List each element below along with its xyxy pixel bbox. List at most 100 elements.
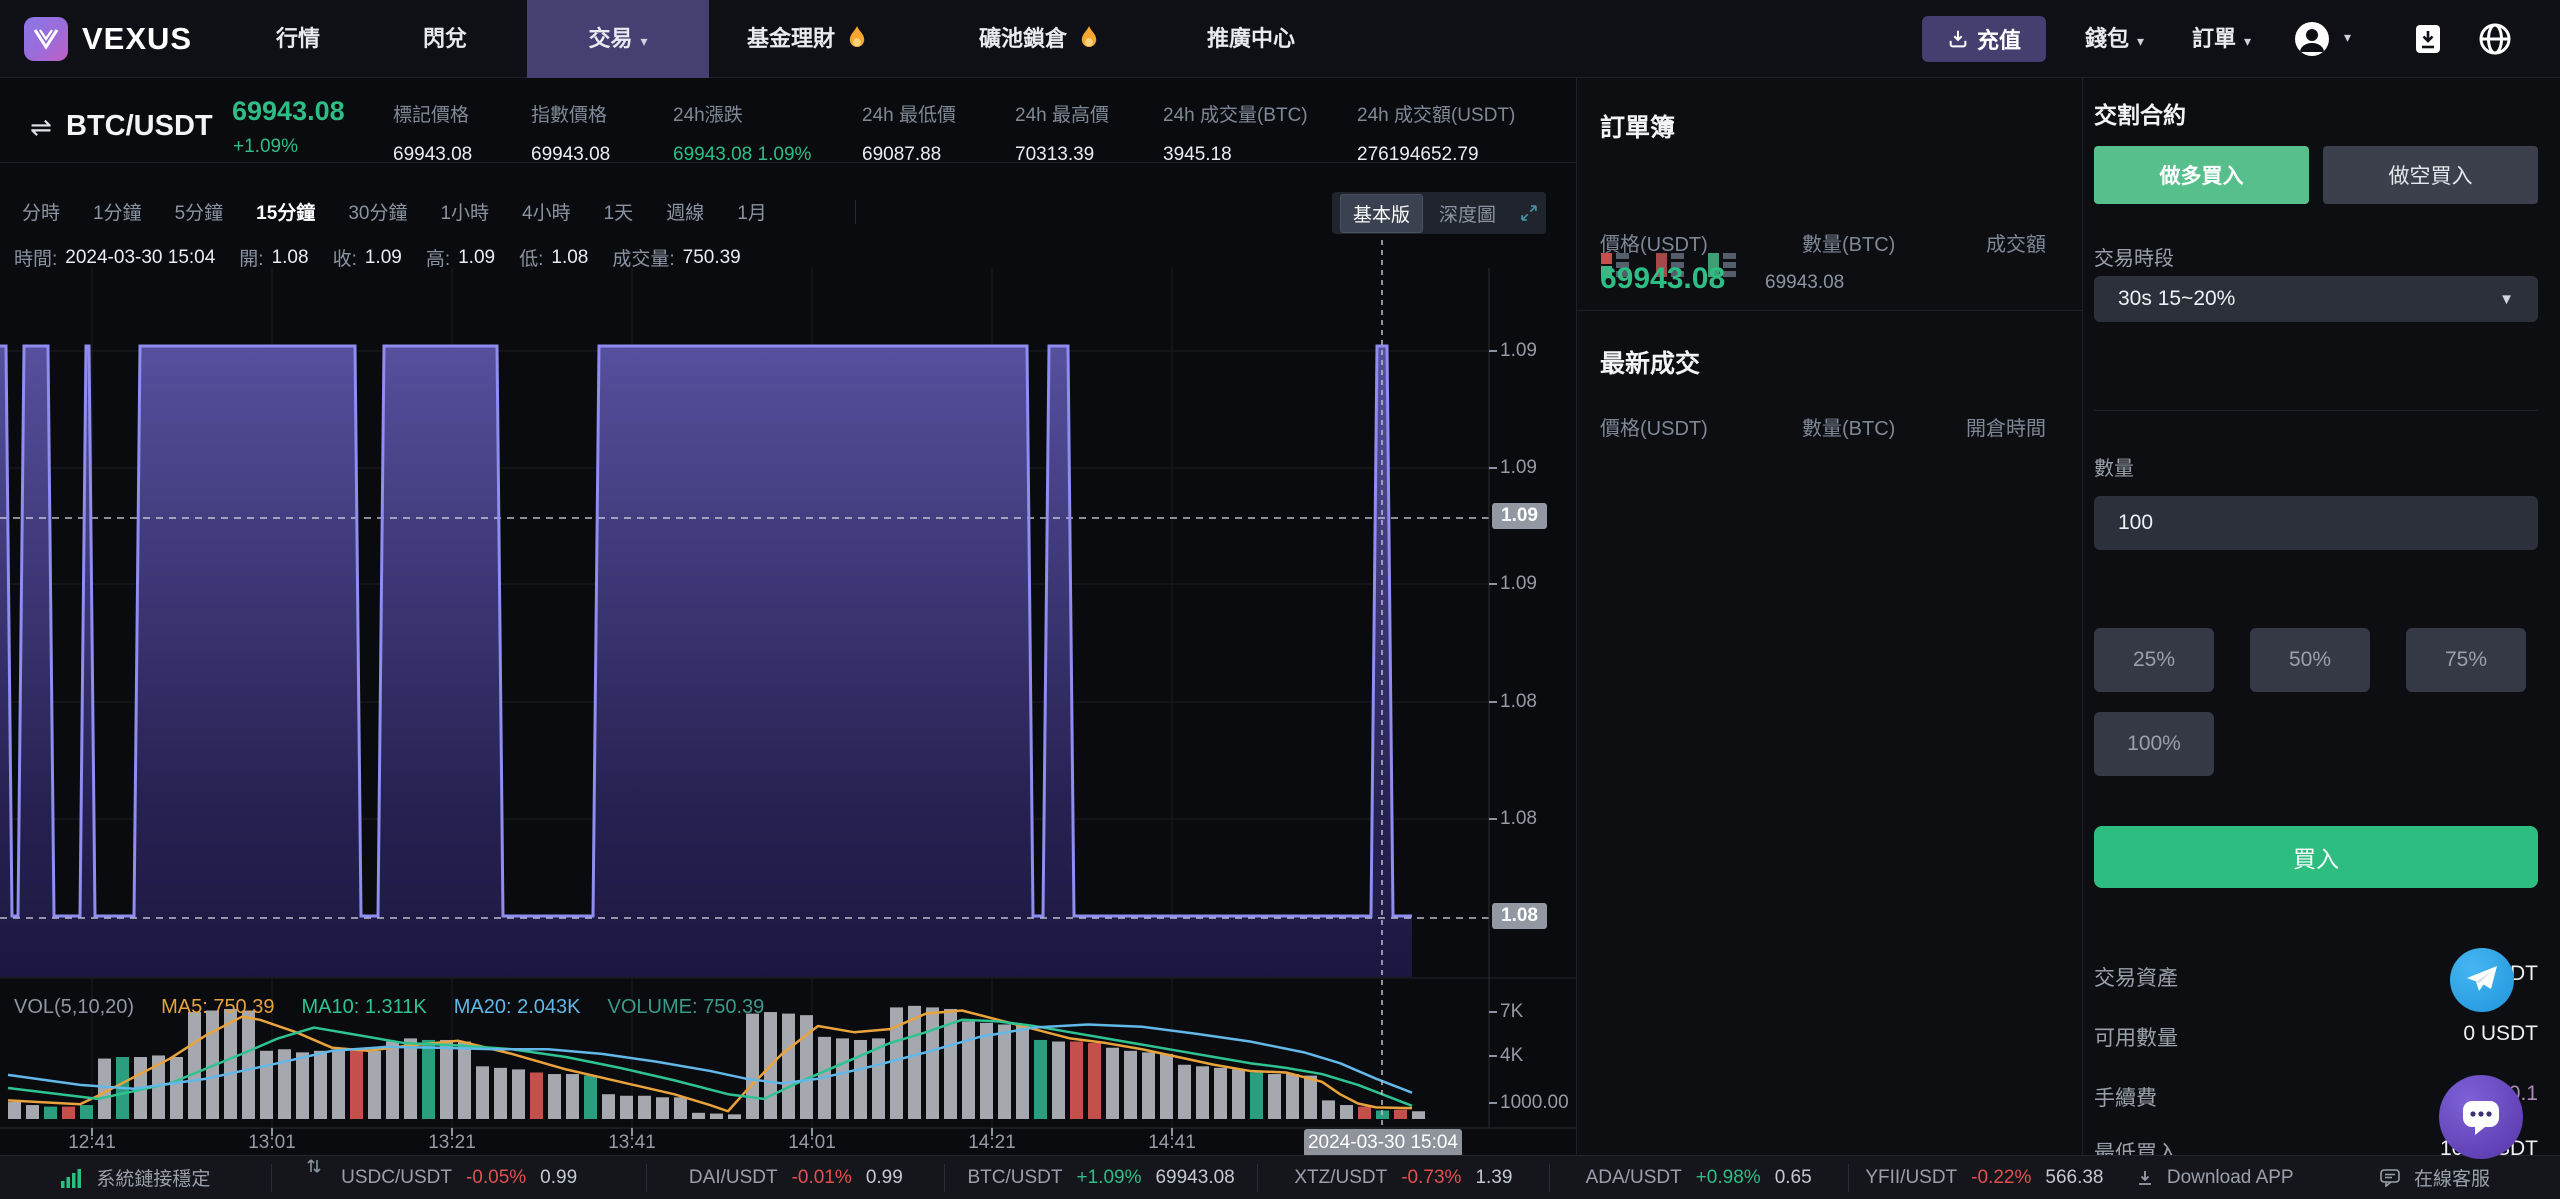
ticker-change: -0.05% — [465, 1166, 527, 1188]
stat-24h-change: 24h漲跌 69943.08 1.09% — [673, 100, 811, 166]
period-label: 交易時段 — [2094, 248, 2174, 270]
download-app-link[interactable]: Download APP — [2120, 1164, 2310, 1192]
ticker-change: +0.98% — [1695, 1166, 1761, 1188]
recharge-button[interactable]: 充值 — [1922, 16, 2046, 62]
timeframe-1m[interactable]: 1分鐘 — [93, 198, 142, 225]
period-select[interactable]: 30s 15~20% ▼ — [2094, 276, 2538, 322]
chevron-down-icon: ▾ — [2344, 29, 2352, 45]
account-menu[interactable]: ▾ — [2294, 21, 2351, 62]
row-available-label: 可用數量 — [2094, 1027, 2178, 1050]
price-tag-high: 1.09 — [1492, 503, 1547, 529]
nav-item-promotion[interactable]: 推廣中心 — [1207, 0, 1295, 78]
stat-24h-turnover: 24h 成交額(USDT) 276194652.79 — [1357, 100, 1515, 166]
timeframe-5m[interactable]: 5分鐘 — [175, 198, 224, 225]
pair-name[interactable]: BTC/USDT — [66, 110, 213, 143]
ticker-pair: YFII/USDT — [1865, 1166, 1958, 1188]
percent-75-button[interactable]: 75% — [2406, 628, 2526, 692]
price-change: +1.09% — [233, 136, 298, 157]
ticker-price: 0.65 — [1774, 1166, 1812, 1188]
nav-item-wallet[interactable]: 錢包 ▾ — [2085, 0, 2144, 78]
vexus-logo-icon[interactable] — [24, 17, 68, 61]
ob-header-amount: 數量(BTC) — [1802, 234, 1896, 256]
flame-icon — [1081, 26, 1097, 47]
row-trade-asset-label: 交易資產 — [2094, 967, 2178, 990]
wallet-label: 錢包 — [2085, 26, 2130, 51]
time-axis-label: 13:21 — [428, 1132, 476, 1153]
ob-header-price: 價格(USDT) — [1600, 234, 1708, 256]
amount-input[interactable]: 100 — [2094, 496, 2538, 550]
chevron-down-icon: ▼ — [2499, 290, 2514, 308]
online-support-label: 在線客服 — [2414, 1169, 2491, 1190]
timeframe-15m[interactable]: 15分鐘 — [256, 198, 315, 225]
timeframe-1d[interactable]: 1天 — [604, 198, 634, 225]
ticker-ada[interactable]: ADA/USDT +0.98% 0.65 — [1548, 1163, 1848, 1192]
short-buy-button[interactable]: 做空買入 — [2323, 146, 2538, 204]
time-axis-label: 14:21 — [968, 1132, 1016, 1153]
nav-item-trade-label: 交易 — [588, 26, 633, 51]
volume-axis-label: 1000.00 — [1500, 1092, 1569, 1113]
ticker-pair: DAI/USDT — [688, 1166, 778, 1188]
download-icon — [2138, 1170, 2151, 1185]
orders-label: 訂單 — [2192, 26, 2237, 51]
recharge-label: 充值 — [1976, 28, 2021, 53]
telegram-button[interactable] — [2450, 948, 2514, 1012]
percent-50-button[interactable]: 50% — [2250, 628, 2370, 692]
chevron-down-icon: ▾ — [640, 33, 648, 49]
nav-item-mining[interactable]: 礦池鎖倉 — [979, 0, 1099, 78]
sort-arrows-icon[interactable] — [306, 1156, 322, 1176]
pairbar-divider — [0, 162, 1576, 163]
stat-label: 標記價格 — [393, 105, 470, 126]
brand-name[interactable]: VEXUS — [82, 0, 192, 78]
timeframe-1w[interactable]: 週線 — [666, 198, 704, 225]
stat-label: 24h 最低價 — [862, 105, 956, 126]
ticker-yfii[interactable]: YFII/USDT -0.22% 566.38 — [1847, 1163, 2121, 1192]
ticker-usdc[interactable]: USDC/USDT -0.05% 0.99 — [270, 1158, 647, 1192]
timeframe-30m[interactable]: 30分鐘 — [348, 198, 407, 225]
time-axis-label: 13:01 — [248, 1132, 296, 1153]
timeframe-4h[interactable]: 4小時 — [522, 198, 571, 225]
volume-axis-label: 7K — [1500, 1001, 1524, 1022]
nav-item-swap[interactable]: 閃兌 — [423, 0, 467, 78]
crosshair-date-tag: 2024-03-30 15:04 — [1304, 1129, 1462, 1157]
flame-icon — [849, 26, 865, 47]
ticker-xtz[interactable]: XTZ/USDT -0.73% 1.39 — [1257, 1163, 1549, 1192]
download-app-label: Download APP — [2166, 1166, 2294, 1188]
timeframe-1h[interactable]: 1小時 — [440, 198, 489, 225]
buy-submit-button[interactable]: 買入 — [2094, 826, 2538, 888]
nav-item-market[interactable]: 行情 — [276, 0, 320, 78]
fullscreen-expand-icon[interactable] — [1520, 200, 1538, 226]
ticker-change: -0.01% — [791, 1166, 852, 1188]
price-axis-label: 1.09 — [1500, 340, 1537, 361]
tab-basic-view[interactable]: 基本版 — [1340, 193, 1424, 233]
nav-item-trade[interactable]: 交易 ▾ — [527, 0, 709, 78]
nav-item-orders[interactable]: 訂單 ▾ — [2192, 0, 2251, 78]
nav-item-mining-label: 礦池鎖倉 — [979, 26, 1068, 51]
ticker-pair: BTC/USDT — [967, 1166, 1063, 1188]
stat-24h-volume: 24h 成交量(BTC) 3945.18 — [1163, 100, 1308, 166]
timeframe-1mo[interactable]: 1月 — [737, 198, 767, 225]
deposit-icon — [1949, 30, 1967, 48]
language-globe-icon[interactable] — [2478, 22, 2512, 61]
online-support-link[interactable]: 在線客服 — [2310, 1164, 2560, 1192]
price-axis-label: 1.09 — [1500, 457, 1537, 478]
download-app-icon[interactable] — [2414, 23, 2442, 60]
timeframe-time[interactable]: 分時 — [22, 198, 60, 225]
support-chat-button[interactable] — [2439, 1075, 2523, 1159]
lt-header-price: 價格(USDT) — [1600, 418, 1708, 440]
indicator-ma10: MA10: 1.311K — [301, 996, 427, 1018]
percent-100-button[interactable]: 100% — [2094, 712, 2214, 776]
nav-item-fund[interactable]: 基金理財 — [747, 0, 867, 78]
stat-label: 24h漲跌 — [673, 105, 743, 126]
ticker-change: +1.09% — [1076, 1166, 1142, 1188]
tab-depth-view[interactable]: 深度圖 — [1427, 195, 1508, 232]
percent-25-button[interactable]: 25% — [2094, 628, 2214, 692]
long-buy-button[interactable]: 做多買入 — [2094, 146, 2309, 204]
ticker-dai[interactable]: DAI/USDT -0.01% 0.99 — [646, 1163, 944, 1192]
pair-switch-icon[interactable]: ⇌ — [30, 112, 52, 143]
ticker-btc[interactable]: BTC/USDT +1.09% 69943.08 — [944, 1163, 1257, 1192]
price-axis-label: 1.09 — [1500, 573, 1537, 594]
stat-label: 24h 最高價 — [1015, 105, 1109, 126]
ob-header-turnover: 成交額 — [1986, 234, 2046, 256]
ticker-change: -0.73% — [1401, 1166, 1462, 1188]
price-tag-low: 1.08 — [1492, 903, 1547, 929]
